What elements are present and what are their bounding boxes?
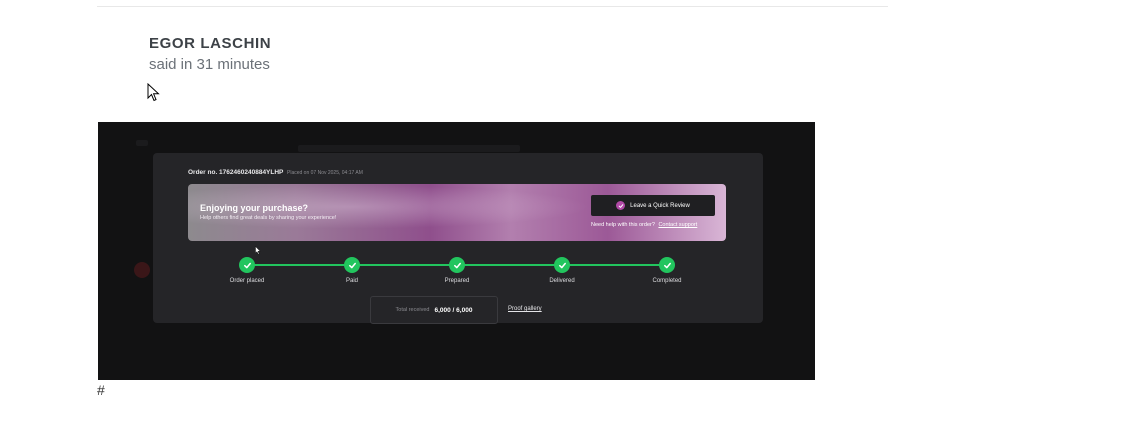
review-banner: Enjoying your purchase? Help others find… (188, 184, 726, 241)
check-badge-icon (616, 201, 626, 210)
step-label: Delivered (549, 278, 575, 284)
step-completed: Completed (632, 257, 702, 284)
check-icon (659, 257, 675, 273)
order-date: Placed on 07 Nov 2025, 04:17 AM (287, 170, 363, 176)
background-panel (134, 262, 150, 278)
step-paid: Paid (317, 257, 387, 284)
embedded-order-screenshot[interactable]: Order no. 1762460240884YLHP Placed on 07… (98, 122, 815, 380)
background-panel (136, 140, 148, 146)
mouse-cursor-icon (255, 246, 261, 255)
author-name[interactable]: EGOR LASCHIN (149, 35, 271, 52)
order-number: Order no. 1762460240884YLHP (188, 169, 284, 176)
check-icon (344, 257, 360, 273)
mouse-cursor-icon (147, 83, 160, 102)
help-line: Need help with this order? Contact suppo… (591, 222, 697, 228)
step-label: Paid (345, 278, 358, 284)
order-card: Order no. 1762460240884YLHP Placed on 07… (153, 153, 763, 324)
step-label: Order placed (229, 278, 265, 284)
total-value: 6,000 / 6,000 (434, 306, 473, 314)
total-received-box: Total received 6,000 / 6,000 (370, 296, 498, 324)
check-icon (239, 257, 255, 273)
contact-support-link[interactable]: Contact support (658, 222, 697, 228)
top-divider (97, 6, 888, 7)
leave-review-button[interactable]: Leave a Quick Review (591, 195, 715, 216)
banner-title: Enjoying your purchase? (200, 203, 309, 213)
check-icon (449, 257, 465, 273)
hash-mark: # (97, 382, 105, 398)
post-meta: said in 31 minutes (149, 56, 270, 73)
help-text: Need help with this order? (591, 222, 655, 228)
banner-subtitle: Help others find great deals by sharing … (200, 215, 337, 221)
check-icon (554, 257, 570, 273)
proof-gallery-link[interactable]: Proof gallery (508, 306, 542, 312)
step-order-placed: Order placed (212, 257, 282, 284)
step-prepared: Prepared (422, 257, 492, 284)
step-label: Prepared (444, 278, 470, 284)
step-label: Completed (652, 278, 682, 284)
step-delivered: Delivered (527, 257, 597, 284)
total-label: Total received (395, 307, 430, 313)
leave-review-label: Leave a Quick Review (630, 202, 690, 209)
background-panel (298, 145, 520, 152)
